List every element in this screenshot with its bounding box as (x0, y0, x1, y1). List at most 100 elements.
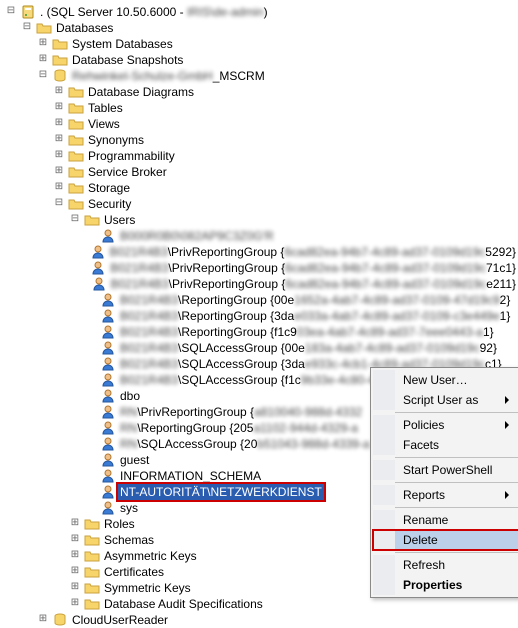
no-expand (84, 437, 98, 451)
collapse-icon[interactable]: ⊟ (52, 197, 66, 211)
user-item[interactable]: B021R4B3\PrivReportingGroup {6cad82ea-94… (4, 276, 518, 292)
synonyms[interactable]: ⊞ Synonyms (4, 132, 518, 148)
user-item[interactable]: B021R4B3\SQLAccessGroup {00e183a-4ab7-4c… (4, 340, 518, 356)
tree-item-label: guest (118, 452, 151, 468)
menu-start-powershell[interactable]: Start PowerShell (373, 460, 518, 480)
db-icon (52, 68, 68, 84)
user-icon (100, 484, 116, 500)
system-databases[interactable]: ⊞System Databases (4, 36, 518, 52)
tree-item-label: NT-AUTORITÄT\NETZWERKDIENST (118, 484, 324, 500)
audit[interactable]: ⊞ Database Audit Specifications (4, 596, 518, 612)
tree-item-label: B021R4B3\PrivReportingGroup {6cad82ea-94… (109, 276, 518, 292)
server-node[interactable]: ⊟. (SQL Server 10.50.6000 - IRIS\de-admi… (4, 4, 518, 20)
users-node[interactable]: ⊟Users (4, 212, 518, 228)
expand-icon[interactable]: ⊞ (68, 581, 82, 595)
menu-rename[interactable]: Rename (373, 510, 518, 530)
no-expand (84, 357, 98, 371)
user-icon (90, 260, 106, 276)
tree-item-label: B021R4B3\ReportingGroup {00e1652a-4ab7-4… (118, 292, 512, 308)
expand-icon[interactable]: ⊞ (68, 565, 82, 579)
expand-icon[interactable]: ⊞ (68, 597, 82, 611)
tables[interactable]: ⊞ Tables (4, 100, 518, 116)
expand-icon[interactable]: ⊞ (52, 165, 66, 179)
expand-icon[interactable]: ⊞ (68, 533, 82, 547)
menu-script-user-as[interactable]: Script User as (373, 390, 518, 410)
tree-item-label: Programmability (86, 148, 177, 164)
tree-item-label: sys (118, 500, 140, 516)
no-expand (84, 245, 88, 259)
expand-icon[interactable]: ⊞ (68, 517, 82, 531)
menu-delete[interactable]: Delete (373, 530, 518, 550)
no-expand (84, 341, 98, 355)
db-icon (52, 612, 68, 628)
tree-item-label: dbo (118, 388, 142, 404)
tree-item-label: Storage (86, 180, 132, 196)
collapse-icon[interactable]: ⊟ (20, 21, 34, 35)
views[interactable]: ⊞ Views (4, 116, 518, 132)
user-item[interactable]: B000R0B0\082AP9C3Z0G'R (4, 228, 518, 244)
cloud-user-reader[interactable]: ⊞ CloudUserReader (4, 612, 518, 628)
tree-item-label: B021R4B3\PrivReportingGroup {6cad82ea-94… (108, 260, 518, 276)
storage[interactable]: ⊞ Storage (4, 180, 518, 196)
folder-icon (68, 84, 84, 100)
folder-icon (68, 148, 84, 164)
no-expand (84, 469, 98, 483)
menu-new-user[interactable]: New User… (373, 370, 518, 390)
folder-icon (68, 180, 84, 196)
folder-icon (68, 164, 84, 180)
user-icon (100, 388, 116, 404)
folder-icon (68, 132, 84, 148)
menu-refresh[interactable]: Refresh (373, 555, 518, 575)
expand-icon[interactable]: ⊞ (68, 549, 82, 563)
no-expand (84, 421, 98, 435)
user-icon (100, 372, 116, 388)
tree-item-label: Views (86, 116, 122, 132)
expand-icon[interactable]: ⊞ (52, 117, 66, 131)
tree-item-label: CloudUserReader (70, 612, 170, 628)
collapse-icon[interactable]: ⊟ (68, 213, 82, 227)
user-icon (100, 452, 116, 468)
security-node[interactable]: ⊟Security (4, 196, 518, 212)
expand-icon[interactable]: ⊞ (52, 181, 66, 195)
service_broker[interactable]: ⊞ Service Broker (4, 164, 518, 180)
expand-icon[interactable]: ⊞ (36, 613, 50, 627)
tree-item-label: Databases (54, 20, 115, 36)
folder-icon (84, 564, 100, 580)
databases-node[interactable]: ⊟ Databases (4, 20, 518, 36)
menu-policies[interactable]: Policies (373, 415, 518, 435)
collapse-icon[interactable]: ⊟ (4, 5, 18, 19)
user-item[interactable]: B021R4B3\ReportingGroup {00e1652a-4ab7-4… (4, 292, 518, 308)
expand-icon[interactable]: ⊞ (52, 85, 66, 99)
no-expand (84, 325, 98, 339)
expand-icon[interactable]: ⊞ (36, 53, 50, 67)
user-icon (91, 276, 107, 292)
expand-icon[interactable]: ⊞ (36, 37, 50, 51)
menu-facets[interactable]: Facets (373, 435, 518, 455)
user-item[interactable]: B021R4B3\ReportingGroup {3dae033a-4ab7-4… (4, 308, 518, 324)
user-item[interactable]: B021R4B3\PrivReportingGroup {6cad82ea-94… (4, 260, 518, 276)
menu-properties[interactable]: Properties (373, 575, 518, 595)
folder-icon (84, 596, 100, 612)
tree-item-label: Tables (86, 100, 125, 116)
programmability[interactable]: ⊞ Programmability (4, 148, 518, 164)
user-item[interactable]: B021R4B3\PrivReportingGroup {6cad82ea-94… (4, 244, 518, 260)
no-expand (84, 389, 98, 403)
no-expand (84, 501, 98, 515)
mscrm-db[interactable]: ⊟Rehwinkel-Schulze-GmbH_MSCRM (4, 68, 518, 84)
expand-icon[interactable]: ⊞ (52, 101, 66, 115)
menu-reports[interactable]: Reports (373, 485, 518, 505)
database-snapshots[interactable]: ⊞Database Snapshots (4, 52, 518, 68)
dbdiag[interactable]: ⊞Database Diagrams (4, 84, 518, 100)
tree-item-label: Service Broker (86, 164, 169, 180)
expand-icon[interactable]: ⊞ (52, 133, 66, 147)
no-expand (84, 405, 98, 419)
expand-icon[interactable]: ⊞ (52, 149, 66, 163)
tree-item-label: Database Audit Specifications (102, 596, 265, 612)
tree-item-label: Synonyms (86, 132, 146, 148)
collapse-icon[interactable]: ⊟ (36, 69, 50, 83)
context-menu: New User… Script User as Policies Facets… (370, 367, 518, 598)
no-expand (84, 309, 98, 323)
folder-icon (68, 100, 84, 116)
user-item[interactable]: B021R4B3\ReportingGroup {f1c903ea-4ab7-4… (4, 324, 518, 340)
tree-item-label: B000R0B0\082AP9C3Z0G'R (118, 228, 276, 244)
